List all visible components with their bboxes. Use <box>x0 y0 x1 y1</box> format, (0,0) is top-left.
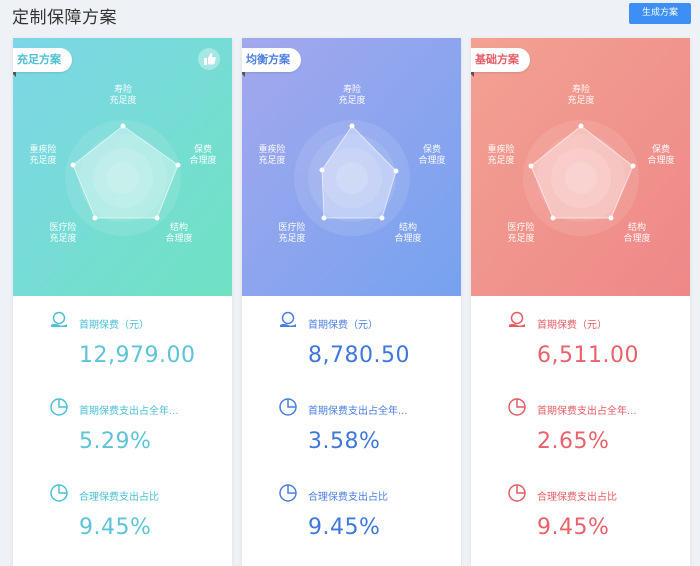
axis-label-premium: 保费 合理度 <box>647 145 675 166</box>
radar-point <box>321 215 327 221</box>
pie-chart-icon <box>508 484 526 502</box>
radar-chart <box>242 38 461 296</box>
axis-label-medical: 医疗险 充足度 <box>278 223 306 244</box>
metric-label-reasonable-ratio: 合理保费支出占比 <box>79 492 159 503</box>
header: 定制保障方案 生成方案 <box>0 0 700 30</box>
premium-icon <box>51 311 67 327</box>
radar-chart <box>13 38 232 296</box>
plan-card-basic[interactable]: 基础方案 寿险 充足度 保费 合理度 结构 合理度 医疗险 充足度 重疾险 充足… <box>471 38 690 566</box>
radar-point <box>120 123 126 129</box>
metric-label-reasonable-ratio: 合理保费支出占比 <box>537 492 617 503</box>
metric-value-annual-ratio: 5.29% <box>79 429 152 454</box>
axis-label-medical: 医疗险 充足度 <box>507 223 535 244</box>
plan-name-tag: 充足方案 <box>13 48 72 77</box>
axis-label-critical: 重疾险 充足度 <box>29 145 57 166</box>
radar-point <box>379 215 385 221</box>
pie-chart-icon <box>50 484 68 502</box>
page-title: 定制保障方案 <box>12 8 117 28</box>
radar-point <box>154 215 160 221</box>
radar-point <box>92 215 98 221</box>
radar-point <box>319 167 325 173</box>
plan-card-header: 充足方案 寿险 充足度 保费 合理度 结构 合理度 医疗险 充足度 重疾险 充足… <box>13 38 232 296</box>
axis-label-life: 寿险 充足度 <box>109 85 137 106</box>
axis-label-critical: 重疾险 充足度 <box>258 145 286 166</box>
axis-label-life: 寿险 充足度 <box>338 85 366 106</box>
radar-point <box>630 163 636 169</box>
generate-plan-button[interactable]: 生成方案 <box>629 3 691 24</box>
axis-label-premium: 保费 合理度 <box>189 145 217 166</box>
plan-name-tag: 基础方案 <box>471 48 530 77</box>
axis-label-premium: 保费 合理度 <box>418 145 446 166</box>
plan-name-tag: 均衡方案 <box>242 48 301 77</box>
radar-point <box>393 168 399 174</box>
pie-chart-icon <box>279 484 297 502</box>
metric-value-first-premium: 8,780.50 <box>308 343 410 368</box>
premium-icon <box>280 311 296 327</box>
metric-label-annual-ratio: 首期保费支出占全年... <box>308 406 408 417</box>
axis-label-structure: 结构 合理度 <box>623 223 651 244</box>
metric-label-first-premium: 首期保费（元） <box>79 320 149 331</box>
axis-label-life: 寿险 充足度 <box>567 85 595 106</box>
plan-card-header: 基础方案 寿险 充足度 保费 合理度 结构 合理度 医疗险 充足度 重疾险 充足… <box>471 38 690 296</box>
plan-card-header: 均衡方案 寿险 充足度 保费 合理度 结构 合理度 医疗险 充足度 重疾险 充足… <box>242 38 461 296</box>
metric-value-annual-ratio: 3.58% <box>308 429 381 454</box>
radar-point <box>349 123 355 129</box>
radar-point <box>175 162 181 168</box>
metric-value-annual-ratio: 2.65% <box>537 429 610 454</box>
radar-point <box>608 215 614 221</box>
metric-label-annual-ratio: 首期保费支出占全年... <box>79 406 179 417</box>
radar-point <box>70 162 76 168</box>
plan-card-sufficient[interactable]: 充足方案 寿险 充足度 保费 合理度 结构 合理度 医疗险 充足度 重疾险 充足… <box>13 38 232 566</box>
premium-icon <box>509 311 525 327</box>
metric-value-reasonable-ratio: 9.45% <box>537 515 610 540</box>
pie-chart-icon <box>50 398 68 416</box>
radar-point <box>550 215 556 221</box>
plan-card-balanced[interactable]: 均衡方案 寿险 充足度 保费 合理度 结构 合理度 医疗险 充足度 重疾险 充足… <box>242 38 461 566</box>
axis-label-critical: 重疾险 充足度 <box>487 145 515 166</box>
metric-label-reasonable-ratio: 合理保费支出占比 <box>308 492 388 503</box>
radar-point <box>578 123 584 129</box>
metric-value-reasonable-ratio: 9.45% <box>79 515 152 540</box>
axis-label-structure: 结构 合理度 <box>394 223 422 244</box>
metric-value-reasonable-ratio: 9.45% <box>308 515 381 540</box>
metric-label-first-premium: 首期保费（元） <box>537 320 607 331</box>
radar-point <box>528 163 534 169</box>
pie-chart-icon <box>508 398 526 416</box>
metric-value-first-premium: 12,979.00 <box>79 343 196 368</box>
thumbs-up-icon <box>198 48 220 70</box>
pie-chart-icon <box>279 398 297 416</box>
radar-chart <box>471 38 690 296</box>
metric-value-first-premium: 6,511.00 <box>537 343 639 368</box>
axis-label-structure: 结构 合理度 <box>165 223 193 244</box>
metric-label-first-premium: 首期保费（元） <box>308 320 378 331</box>
axis-label-medical: 医疗险 充足度 <box>49 223 77 244</box>
metric-label-annual-ratio: 首期保费支出占全年... <box>537 406 637 417</box>
